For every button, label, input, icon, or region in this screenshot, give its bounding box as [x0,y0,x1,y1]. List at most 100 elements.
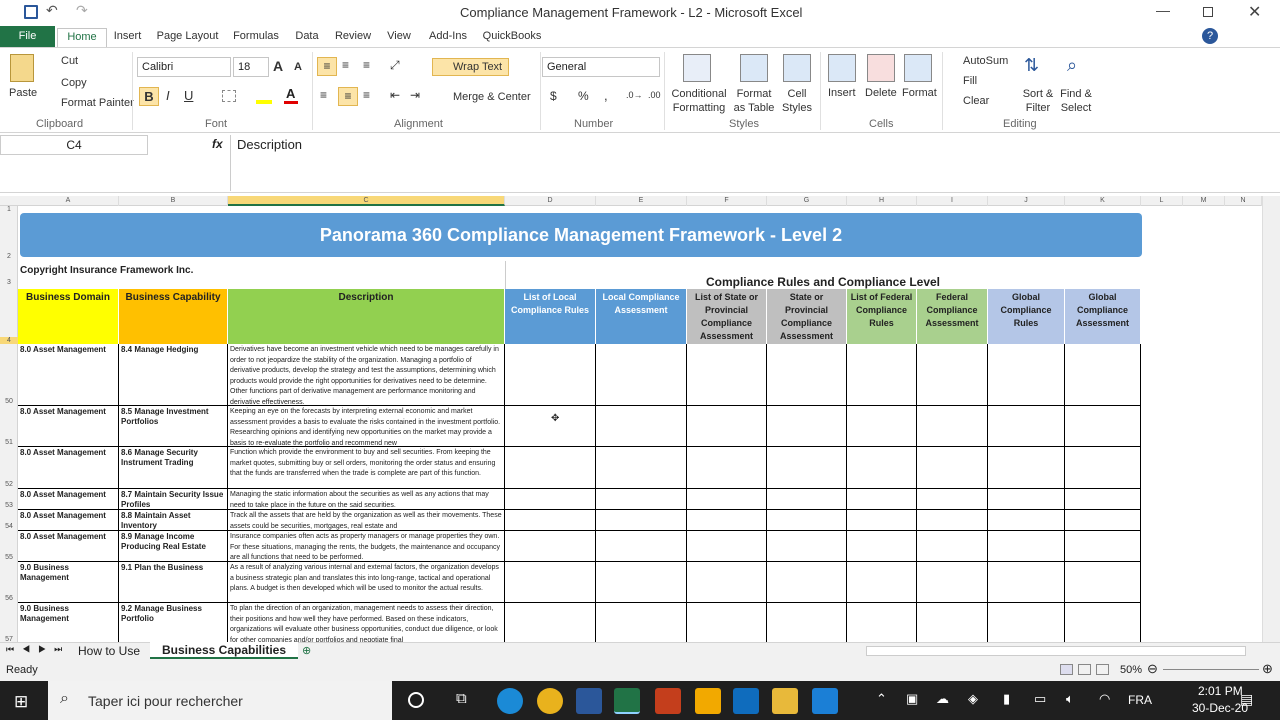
sort-filter-button[interactable]: Sort & Filter [1018,87,1058,115]
sheet-tab-business-capabilities[interactable]: Business Capabilities [150,642,298,659]
row-header-53[interactable]: 53 [0,502,18,509]
col-header-i[interactable]: I [917,196,988,206]
tab-formulas[interactable]: Formulas [230,28,282,47]
fx-icon[interactable]: fx [212,137,223,151]
cell-empty[interactable] [847,447,917,489]
cell-empty[interactable] [988,406,1065,447]
align-left-icon[interactable]: ≡ [320,88,327,102]
cell-empty[interactable] [847,510,917,531]
zoom-level[interactable]: 50% [1120,664,1142,676]
usb-icon[interactable]: ▮ [1003,691,1010,707]
cell-empty[interactable] [596,603,687,642]
col-header-m[interactable]: M [1183,196,1225,206]
outlook-icon[interactable] [695,688,721,714]
cell-empty[interactable] [917,344,988,406]
wifi-icon[interactable]: ◠ [1099,691,1110,707]
row-header-55[interactable]: 55 [0,554,18,561]
col-header-c[interactable]: C [228,196,505,206]
tab-data[interactable]: Data [292,28,322,47]
cell-description[interactable]: Function which provide the environment t… [228,447,505,489]
onedrive-icon[interactable]: ☁ [936,691,949,707]
worksheet-grid[interactable]: Panorama 360 Compliance Management Frame… [18,206,1262,642]
cell-empty[interactable] [1065,603,1141,642]
cell-empty[interactable] [767,603,847,642]
language-indicator[interactable]: FRA [1128,693,1152,707]
cell-empty[interactable] [767,510,847,531]
borders-icon[interactable] [222,90,236,102]
autosum-button[interactable]: AutoSum [949,55,1008,67]
sheet-tab-how-to-use[interactable]: How to Use [70,643,148,659]
comma-icon[interactable]: , [604,88,608,103]
grow-font-button[interactable]: A [273,58,283,74]
cell-empty[interactable] [917,447,988,489]
header-federal-assessment[interactable]: Federal Compliance Assessment [917,289,988,344]
file-explorer-icon[interactable] [772,688,798,714]
horizontal-scrollbar[interactable] [866,646,1246,656]
cell-empty[interactable] [917,531,988,562]
cell-domain[interactable]: 8.0 Asset Management [18,344,119,406]
copy-button[interactable]: Copy [61,77,87,89]
cell-empty[interactable] [505,344,596,406]
cell-empty[interactable] [505,603,596,642]
cell-empty[interactable] [767,562,847,603]
cell-styles-button[interactable]: Cell Styles [778,87,816,115]
visual-studio-icon[interactable] [733,688,759,714]
clock-time[interactable]: 2:01 PM [1198,684,1243,698]
volume-icon[interactable]: 🔈︎ [1066,691,1074,707]
cell-empty[interactable] [988,489,1065,510]
cell-empty[interactable] [767,489,847,510]
cell-description[interactable]: Keeping an eye on the forecasts by inter… [228,406,505,447]
tab-insert[interactable]: Insert [110,28,145,47]
cell-empty[interactable] [917,489,988,510]
cell-description[interactable]: Insurance companies often acts as proper… [228,531,505,562]
cell-capability[interactable]: 9.2 Manage Business Portfolio [119,603,228,642]
underline-button[interactable]: U [184,88,193,103]
cell-capability[interactable]: 8.9 Manage Income Producing Real Estate [119,531,228,562]
sort-filter-icon[interactable]: ⇅ [1024,55,1039,76]
cell-empty[interactable] [505,510,596,531]
col-header-b[interactable]: B [119,196,228,206]
col-header-g[interactable]: G [767,196,847,206]
cell-empty[interactable] [767,447,847,489]
cell-empty[interactable] [596,562,687,603]
cell-capability[interactable]: 8.6 Manage Security Instrument Trading [119,447,228,489]
cell-empty[interactable] [1065,562,1141,603]
row-header-52[interactable]: 52 [0,481,18,488]
cell-domain[interactable]: 8.0 Asset Management [18,406,119,447]
cell-capability[interactable]: 8.7 Maintain Security Issue Profiles [119,489,228,510]
cell-description[interactable]: To plan the direction of an organization… [228,603,505,642]
cell-empty[interactable] [767,531,847,562]
col-header-k[interactable]: K [1065,196,1141,206]
find-select-icon[interactable]: ⌕ [1067,55,1077,76]
cell-empty[interactable] [596,531,687,562]
cell-domain[interactable]: 9.0 Business Management [18,562,119,603]
chrome-icon[interactable] [537,688,563,714]
edge-icon[interactable] [497,688,523,714]
cell-capability[interactable]: 8.4 Manage Hedging [119,344,228,406]
row-header-3[interactable]: 3 [0,279,18,286]
zoom-in-icon[interactable]: ⊕ [1262,661,1273,677]
cell-domain[interactable]: 8.0 Asset Management [18,531,119,562]
new-sheet-icon[interactable]: ⊕ [302,644,311,657]
cell-description[interactable]: Derivatives have become an investment ve… [228,344,505,406]
redo-icon[interactable]: ↷ [76,2,88,19]
increase-indent-icon[interactable]: ⇥ [410,88,420,102]
normal-view-icon[interactable] [1060,664,1073,675]
cell-empty[interactable] [1065,510,1141,531]
header-description[interactable]: Description [228,289,505,344]
tab-home[interactable]: Home [57,28,107,47]
tab-quickbooks[interactable]: QuickBooks [480,28,544,47]
format-cells-icon[interactable] [904,54,932,82]
row-header-54[interactable]: 54 [0,523,18,530]
cell-empty[interactable] [596,406,687,447]
cell-empty[interactable] [767,344,847,406]
battery-icon[interactable]: ▭ [1034,691,1046,707]
header-business-capability[interactable]: Business Capability [119,289,228,344]
page-break-view-icon[interactable] [1096,664,1109,675]
col-header-l[interactable]: L [1141,196,1183,206]
cell-description[interactable]: Managing the static information about th… [228,489,505,510]
percent-icon[interactable]: % [578,89,589,103]
windows-start-icon[interactable]: ⊞ [14,692,28,712]
col-header-j[interactable]: J [988,196,1065,206]
name-box[interactable]: C4 [0,135,148,155]
